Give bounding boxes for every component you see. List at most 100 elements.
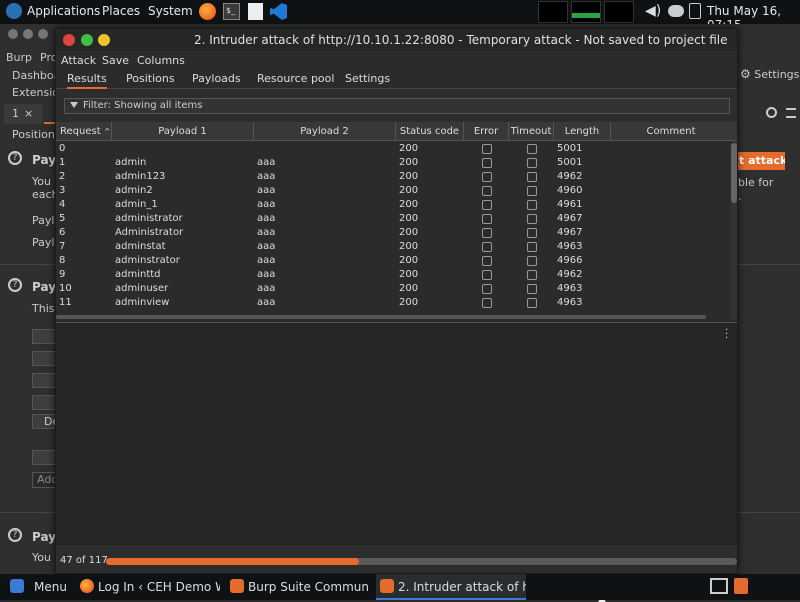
results-table: Request ^ Payload 1 Payload 2 Status cod… <box>56 122 737 322</box>
column-header-length[interactable]: Length <box>554 122 611 141</box>
tab-positions[interactable]: Positions <box>126 72 175 85</box>
column-header-comment[interactable]: Comment <box>611 122 731 141</box>
menu-columns[interactable]: Columns <box>137 54 185 67</box>
burp-tray-icon[interactable] <box>734 578 748 594</box>
results-filter-bar[interactable]: Filter: Showing all items <box>64 98 730 114</box>
column-header-timeout[interactable]: Timeout <box>509 122 554 141</box>
bg-list-button[interactable] <box>32 450 56 465</box>
table-hscrollbar[interactable] <box>56 315 706 319</box>
table-cell-request: 1 <box>59 157 66 168</box>
help-icon[interactable]: ? <box>8 151 22 165</box>
volume-icon[interactable]: ◀) <box>645 3 665 20</box>
table-cell-p1: adminuser <box>115 283 169 294</box>
kali-logo-icon[interactable] <box>6 3 22 19</box>
bg-deduplicate-button[interactable]: De <box>32 414 56 429</box>
column-header-payload1[interactable]: Payload 1 <box>112 122 254 141</box>
help-icon[interactable]: ? <box>8 528 22 542</box>
table-cell-request: 5 <box>59 213 66 224</box>
table-row[interactable]: 8 adminstrator aaa 200 4966 <box>56 254 731 268</box>
kebab-menu-icon[interactable]: · · · <box>725 326 729 344</box>
column-header-payload2[interactable]: Payload 2 <box>254 122 396 141</box>
table-row[interactable]: 5 administrator aaa 200 4967 <box>56 212 731 226</box>
vscode-icon[interactable] <box>270 3 287 20</box>
timeout-checkbox <box>527 284 537 294</box>
bg-settings-button[interactable]: ⚙ Settings <box>740 67 799 81</box>
close-icon[interactable]: × <box>24 107 33 120</box>
error-checkbox <box>482 186 492 196</box>
bg-menu-burp[interactable]: Burp <box>6 51 32 64</box>
table-cell-p1: adminttd <box>115 269 161 280</box>
system-menu[interactable]: System <box>148 4 193 18</box>
editor-icon[interactable] <box>248 3 263 20</box>
table-row[interactable]: 3 admin2 aaa 200 4960 <box>56 184 731 198</box>
taskbar-menu-button[interactable]: Menu <box>6 574 66 600</box>
system-top-bar: Applications Places System $_ ◀) Thu May… <box>0 0 800 32</box>
table-cell-request: 0 <box>59 143 66 154</box>
attack-status-bar: 47 of 117 <box>56 553 737 573</box>
menu-save[interactable]: Save <box>102 54 129 67</box>
start-attack-button[interactable]: t attack <box>738 152 785 170</box>
places-menu[interactable]: Places <box>102 4 140 18</box>
table-cell-p1: Administrator <box>115 227 184 238</box>
table-cell-status: 200 <box>399 171 419 182</box>
firefox-icon[interactable] <box>199 3 216 20</box>
table-cell-p1: admin2 <box>115 185 153 196</box>
tab-settings[interactable]: Settings <box>345 72 390 85</box>
window-titlebar[interactable]: 2. Intruder attack of http://10.10.1.22:… <box>56 29 737 51</box>
bg-positions-subtab[interactable]: Positions <box>12 128 61 141</box>
bg-list-button[interactable] <box>32 351 56 366</box>
menu-attack[interactable]: Attack <box>61 54 96 67</box>
search-icon[interactable] <box>766 107 777 118</box>
table-cell-length: 5001 <box>557 143 583 154</box>
table-cell-status: 200 <box>399 213 419 224</box>
column-header-error[interactable]: Error <box>464 122 509 141</box>
table-cell-status: 200 <box>399 199 419 210</box>
table-cell-request: 11 <box>59 297 72 308</box>
cpu-graph-icon <box>538 1 568 23</box>
applications-menu[interactable]: Applications <box>27 4 100 18</box>
table-scrollbar[interactable] <box>731 141 737 319</box>
taskbar-item-firefox[interactable]: Log In ‹ CEH Demo W... <box>76 574 220 600</box>
taskbar-item-label: 2. Intruder attack of ht... <box>398 580 526 594</box>
tab-resource-pool[interactable]: Resource pool <box>257 72 334 85</box>
bg-list-button[interactable] <box>32 329 56 344</box>
table-row[interactable]: 6 Administrator aaa 200 4967 <box>56 226 731 240</box>
clipboard-icon[interactable] <box>689 3 701 19</box>
terminal-icon[interactable]: $_ <box>223 3 240 20</box>
maximize-window-button[interactable] <box>81 34 93 46</box>
table-row[interactable]: 7 adminstat aaa 200 4963 <box>56 240 731 254</box>
bg-tab-dashboard[interactable]: Dashboa <box>12 69 60 82</box>
table-row[interactable]: 0 200 5001 <box>56 142 731 156</box>
table-cell-length: 4962 <box>557 269 583 280</box>
taskbar-item-label: Burp Suite Communit... <box>248 580 370 594</box>
table-cell-length: 4967 <box>557 227 583 238</box>
table-cell-status: 200 <box>399 227 419 238</box>
table-row[interactable]: 9 adminttd aaa 200 4962 <box>56 268 731 282</box>
column-header-status-code[interactable]: Status code <box>396 122 464 141</box>
taskbar-item-burp[interactable]: Burp Suite Communit... <box>226 574 370 600</box>
network-icon[interactable] <box>668 5 684 17</box>
bg-attack-tab[interactable]: 1 × <box>4 104 42 124</box>
table-row[interactable]: 10 adminuser aaa 200 4963 <box>56 282 731 296</box>
error-checkbox <box>482 284 492 294</box>
table-cell-p2: aaa <box>257 157 276 168</box>
bg-add-input[interactable]: Add <box>32 472 56 488</box>
bg-list-button[interactable] <box>32 395 56 410</box>
taskbar-item-intruder[interactable]: 2. Intruder attack of ht... <box>376 574 526 600</box>
column-header-request[interactable]: Request ^ <box>56 122 112 141</box>
workspace-switcher-icon[interactable] <box>710 578 728 594</box>
close-window-button[interactable] <box>63 34 75 46</box>
table-row[interactable]: 4 admin_1 aaa 200 4961 <box>56 198 731 212</box>
minimize-window-button[interactable] <box>98 34 110 46</box>
tab-results[interactable]: Results <box>67 72 107 89</box>
tab-payloads[interactable]: Payloads <box>192 72 241 85</box>
table-scrollbar-thumb[interactable] <box>731 143 737 203</box>
bg-list-button[interactable] <box>32 373 56 388</box>
table-row[interactable]: 11 adminview aaa 200 4963 <box>56 296 731 310</box>
menu-lines-icon[interactable] <box>786 108 796 118</box>
burp-icon <box>230 579 244 593</box>
help-icon[interactable]: ? <box>8 278 22 292</box>
table-row[interactable]: 2 admin123 aaa 200 4962 <box>56 170 731 184</box>
timeout-checkbox <box>527 144 537 154</box>
table-row[interactable]: 1 admin aaa 200 5001 <box>56 156 731 170</box>
